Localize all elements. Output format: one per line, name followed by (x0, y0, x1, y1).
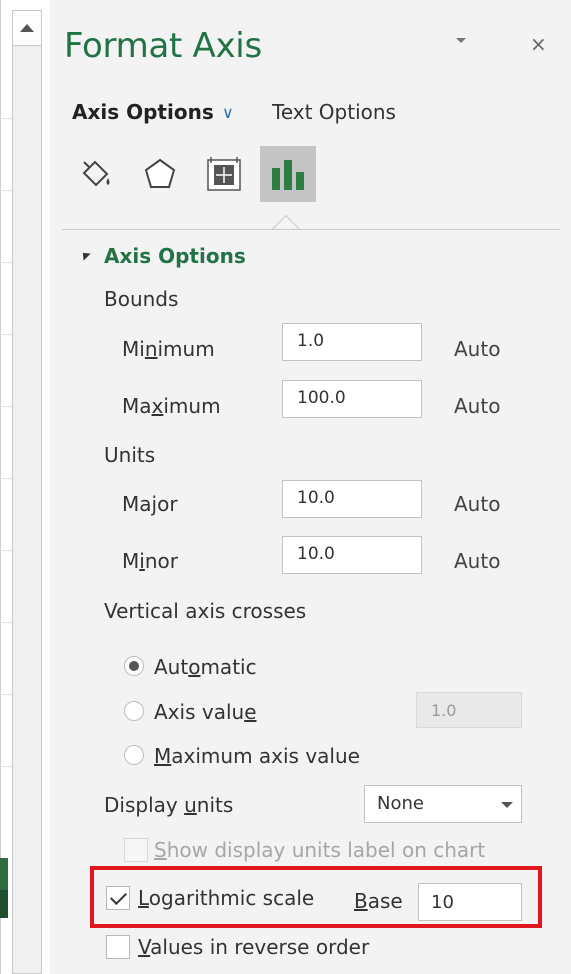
pane-title: Format Axis (64, 26, 262, 66)
vertical-axis-crosses-heading: Vertical axis crosses (104, 599, 307, 623)
effects-icon[interactable] (132, 146, 188, 202)
display-units-label: Display units (104, 793, 234, 817)
task-pane-options-icon[interactable] (456, 38, 466, 43)
row-gridline (0, 406, 12, 407)
units-heading: Units (104, 443, 156, 467)
row-gridline (0, 622, 12, 623)
automatic-label[interactable]: Automatic (154, 655, 257, 679)
sheet-tab-edge (0, 890, 8, 918)
bounds-heading: Bounds (104, 287, 179, 311)
collapse-triangle-icon[interactable] (79, 249, 91, 261)
pane-divider (0, 0, 1, 974)
row-gridline (0, 262, 12, 263)
minor-auto-button[interactable]: Auto (454, 549, 500, 573)
tab-axis-options[interactable]: Axis Options (72, 100, 214, 124)
row-gridline (0, 478, 12, 479)
minor-unit-input[interactable]: 10.0 (282, 536, 422, 574)
minimum-auto-button[interactable]: Auto (454, 337, 500, 361)
maximum-axis-value-radio[interactable] (124, 745, 144, 765)
section-title-axis-options[interactable]: Axis Options (104, 244, 246, 268)
scroll-up-button[interactable] (12, 10, 42, 46)
category-divider (62, 229, 560, 230)
vertical-scrollbar[interactable] (12, 10, 42, 974)
maximum-input[interactable]: 100.0 (282, 380, 422, 418)
show-units-label-text: Show display units label on chart (154, 838, 486, 862)
maximum-label: Maximum (122, 394, 221, 418)
fill-line-icon[interactable] (68, 146, 124, 202)
row-gridline (0, 766, 12, 767)
highlight-annotation (90, 866, 542, 928)
row-gridline (0, 334, 12, 335)
axis-value-label[interactable]: Axis value (154, 700, 257, 724)
reverse-order-label[interactable]: Values in reverse order (138, 935, 369, 959)
row-gridline (0, 190, 12, 191)
maximum-auto-button[interactable]: Auto (454, 394, 500, 418)
row-gridline (0, 694, 12, 695)
reverse-order-checkbox[interactable] (106, 935, 130, 959)
format-axis-pane: Format Axis × Axis Options ∨ Text Option… (50, 0, 571, 974)
up-arrow-icon (20, 24, 34, 32)
axis-options-icon[interactable] (260, 146, 316, 202)
major-auto-button[interactable]: Auto (454, 492, 500, 516)
axis-value-input[interactable]: 1.0 (416, 692, 522, 728)
minimum-input[interactable]: 1.0 (282, 323, 422, 361)
close-button[interactable]: × (530, 34, 547, 54)
row-gridline (0, 118, 12, 119)
size-properties-icon[interactable] (196, 146, 252, 202)
minor-label: Minor (122, 549, 178, 573)
show-units-label-checkbox[interactable] (124, 838, 148, 862)
axis-value-radio[interactable] (124, 701, 144, 721)
minimum-label: Minimum (122, 337, 215, 361)
chevron-down-icon[interactable]: ∨ (222, 103, 234, 122)
display-units-dropdown[interactable]: None (364, 785, 522, 823)
major-label: Major (122, 492, 178, 516)
tab-text-options[interactable]: Text Options (272, 100, 396, 124)
row-gridline (0, 550, 12, 551)
spreadsheet-edge (0, 0, 50, 974)
dropdown-arrow-icon[interactable] (501, 802, 513, 808)
maximum-axis-value-label[interactable]: Maximum axis value (154, 744, 360, 768)
major-unit-input[interactable]: 10.0 (282, 480, 422, 518)
automatic-radio[interactable] (124, 656, 144, 676)
